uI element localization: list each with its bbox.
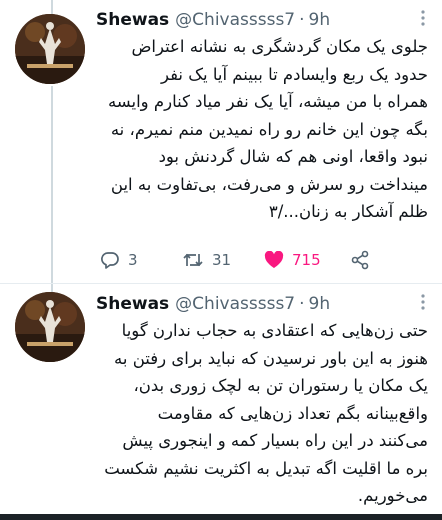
- author-name[interactable]: Shewas: [96, 10, 169, 30]
- separator-dot: ·: [299, 294, 305, 314]
- author-handle[interactable]: @Chivasssss7: [175, 10, 295, 30]
- reply-button[interactable]: 3: [100, 250, 182, 270]
- retweet-button[interactable]: 31: [182, 250, 264, 270]
- like-count: 715: [292, 251, 321, 269]
- more-vertical-icon[interactable]: [420, 294, 426, 314]
- avatar[interactable]: [15, 14, 85, 84]
- more-vertical-icon[interactable]: [420, 10, 426, 30]
- tweet-header: Shewas @Chivasssss7 · 9h: [96, 292, 426, 316]
- avatar[interactable]: [15, 292, 85, 362]
- tweet-text-line: حتی زن‌هایی که اعتقادی به حجاب ندارن گوی…: [121, 321, 428, 340]
- share-icon: [351, 250, 369, 270]
- tweet-text-line: می‌کنند در این راه بسیار کمه و اینجوری پ…: [122, 431, 428, 450]
- tweet-text-line: همراه با من میشه، آیا یک نفر میاد کنارم …: [107, 92, 428, 111]
- tweet-text-line: جلوی یک مکان گردشگری به نشانه اعتراض: [131, 37, 428, 56]
- avatar-image: [15, 14, 85, 84]
- action-bar: 3 31 715: [100, 247, 400, 273]
- share-button[interactable]: [350, 250, 370, 270]
- tweet-text-line: بگه چون این خانم رو راه نمیدین منم نمیرم…: [110, 119, 428, 139]
- tweet-text-line: بره ما اقلیت اگه تبدیل به اکثریت نشیم شک…: [104, 458, 428, 478]
- tweet-text-line: ظلم آشکار به زنان.../۳: [268, 202, 428, 221]
- author-name[interactable]: Shewas: [96, 294, 169, 314]
- tweet-1[interactable]: Shewas @Chivasssss7 · 9h جلوی یک مکان گر…: [0, 0, 442, 283]
- reply-icon: [101, 252, 119, 269]
- like-button[interactable]: 715: [264, 251, 350, 269]
- separator-dot: ·: [299, 10, 305, 30]
- avatar-image: [15, 292, 85, 362]
- tweet-text-line: می‌خوریم.: [357, 486, 428, 505]
- tweet-text-line: مینداخت رو سرش و می‌رفت، بی‌تفاوت به این: [110, 174, 428, 194]
- author-handle[interactable]: @Chivasssss7: [175, 294, 295, 314]
- tweet-text: جلوی یک مکان گردشگری به نشانه اعتراض حدو…: [92, 33, 428, 226]
- tweet-text: حتی زن‌هایی که اعتقادی به حجاب ندارن گوی…: [92, 317, 428, 510]
- tweet-text-line: یک مکان یا رستوران تن به لچک زوری بدن،: [133, 376, 428, 395]
- tweet-text-line: واقع‌بینانه بگم تعداد زن‌هایی که مقاومت: [157, 403, 428, 423]
- tweet-2[interactable]: Shewas @Chivasssss7 · 9h حتی زن‌هایی که …: [0, 284, 442, 514]
- tweet-header: Shewas @Chivasssss7 · 9h: [96, 8, 426, 32]
- timestamp[interactable]: 9h: [309, 10, 331, 30]
- tweet-text-line: هنوز به این باور نرسیدن که نباید برای رف…: [114, 348, 428, 368]
- tweet-text-line: نبود واقعا، اونی هم که شال گردنش بود: [158, 147, 428, 166]
- retweet-count: 31: [212, 251, 232, 269]
- heart-icon: [264, 251, 284, 268]
- tweet-text-line: حدود یک ربع وایسادم تا ببینم آیا یک نفر: [160, 64, 428, 84]
- reply-count: 3: [128, 251, 138, 269]
- timestamp[interactable]: 9h: [309, 294, 331, 314]
- retweet-icon: [183, 253, 203, 267]
- bottom-border: [0, 514, 442, 520]
